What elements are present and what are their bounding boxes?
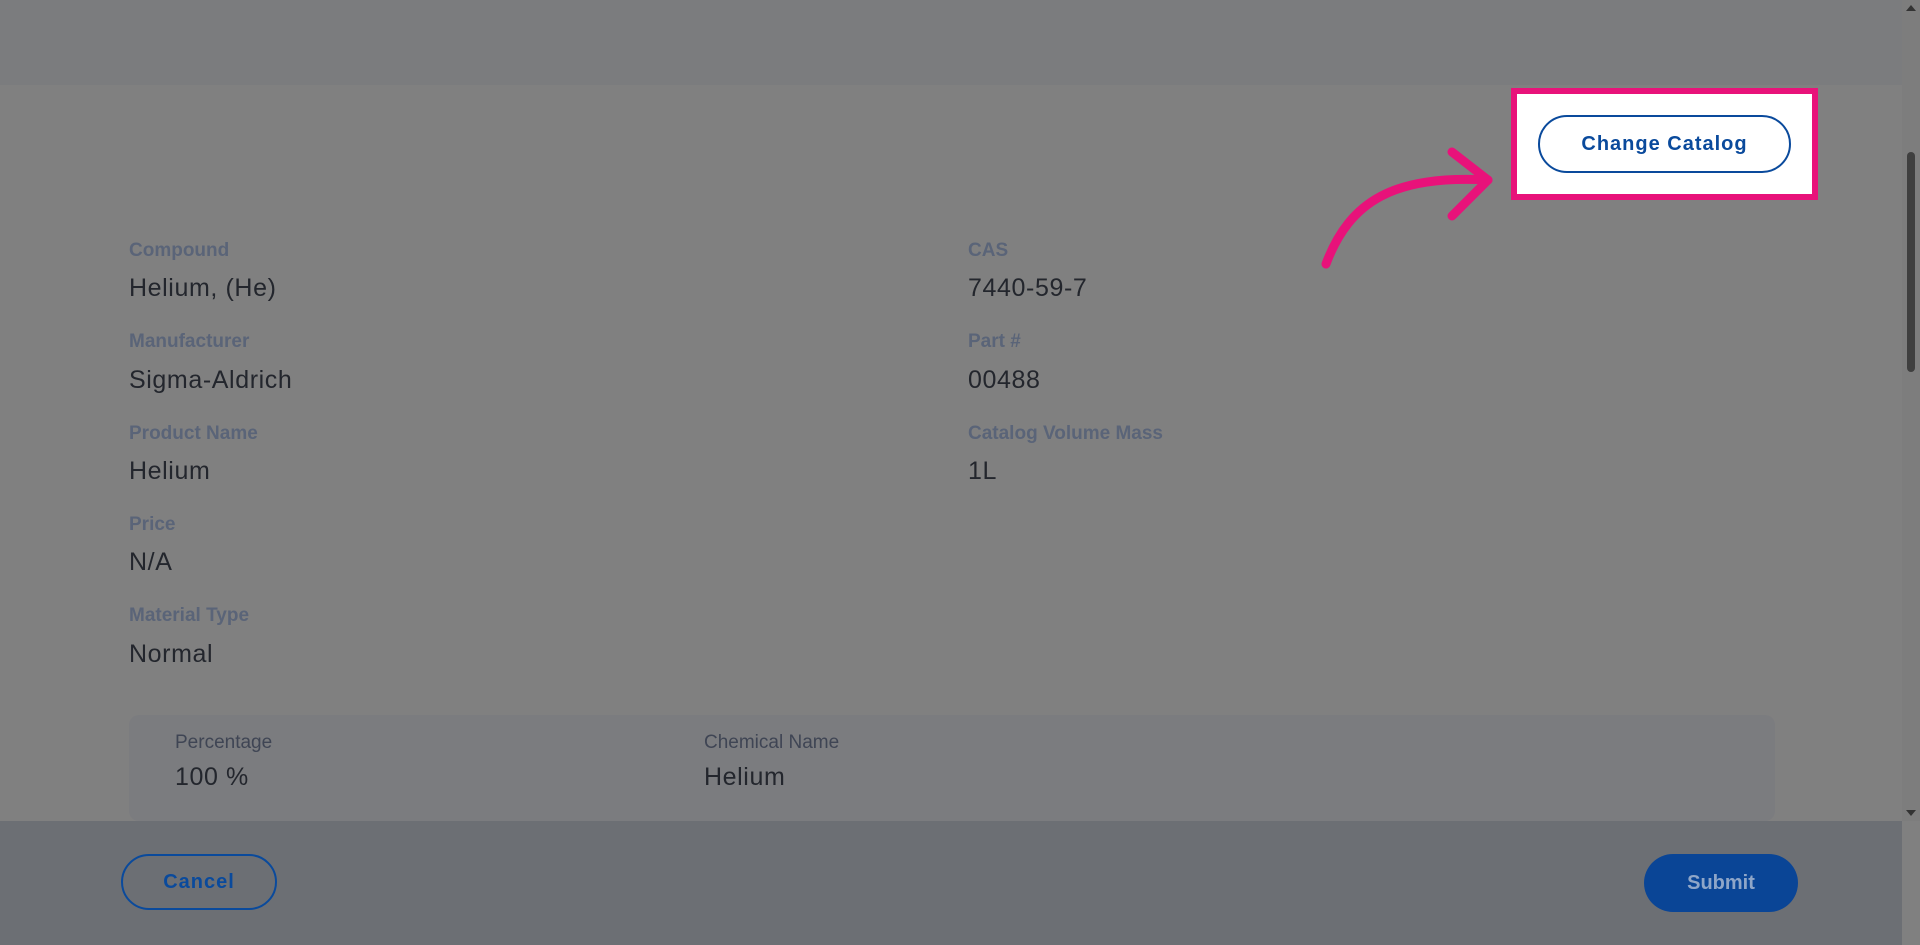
price-value: N/A — [129, 548, 173, 576]
cancel-button[interactable]: Cancel — [121, 854, 277, 910]
change-catalog-button[interactable]: Change Catalog — [1538, 115, 1791, 173]
manufacturer-label: Manufacturer — [129, 331, 250, 352]
catalog-volume-mass-value: 1L — [968, 457, 998, 485]
price-label: Price — [129, 514, 176, 535]
scroll-up-arrow-icon[interactable] — [1906, 5, 1916, 11]
manufacturer-value: Sigma-Aldrich — [129, 366, 293, 394]
scroll-thumb[interactable] — [1907, 152, 1915, 372]
part-number-label: Part # — [968, 331, 1021, 352]
scroll-down-arrow-icon[interactable] — [1906, 810, 1916, 816]
footer-bar — [0, 821, 1902, 945]
catalog-volume-mass-label: Catalog Volume Mass — [968, 423, 1163, 444]
composition-panel: Percentage 100 % Chemical Name Helium — [129, 715, 1775, 821]
cas-value: 7440-59-7 — [968, 274, 1088, 302]
compound-label: Compound — [129, 240, 230, 261]
top-bar — [0, 0, 1902, 85]
percentage-value: 100 % — [175, 763, 249, 791]
product-name-value: Helium — [129, 457, 211, 485]
compound-value: Helium, (He) — [129, 274, 277, 302]
vertical-scrollbar[interactable] — [1902, 0, 1920, 821]
part-number-value: 00488 — [968, 366, 1041, 394]
product-name-label: Product Name — [129, 423, 258, 444]
percentage-label: Percentage — [175, 732, 273, 753]
material-type-label: Material Type — [129, 605, 250, 626]
chemical-name-value: Helium — [704, 763, 786, 791]
curved-arrow-icon — [1321, 147, 1493, 269]
cas-label: CAS — [968, 240, 1009, 261]
material-type-value: Normal — [129, 640, 214, 668]
chemical-name-label: Chemical Name — [704, 732, 840, 753]
submit-button[interactable]: Submit — [1644, 854, 1798, 912]
